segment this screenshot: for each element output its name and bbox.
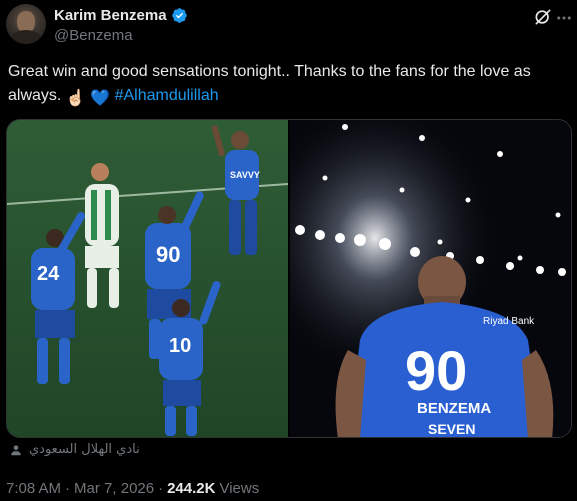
photo-benzema-back-art: Riyad Bank 90 BENZEMA SEVEN [290, 120, 571, 437]
views-count: 244.2K [167, 480, 216, 497]
tweet-text-main: Great win and good sensations tonight.. … [8, 63, 531, 104]
pointing-up-emoji: ☝🏻 [65, 90, 86, 107]
tagged-account-label: نادي الهلال السعودي [29, 442, 140, 457]
author-handle[interactable]: @Benzema [54, 27, 133, 44]
name-row: Karim Benzema [54, 7, 188, 24]
more-options-icon[interactable] [555, 9, 573, 27]
tweet-meta: 7:08 AM · Mar 7, 2026 · 244.2K Views [6, 480, 259, 497]
tweet-time[interactable]: 7:08 AM [6, 480, 61, 497]
avatar-body [10, 30, 42, 44]
jersey-sponsor: SAVVY [230, 170, 260, 180]
tweet-header: Karim Benzema @Benzema [6, 4, 571, 48]
photo-benzema-back[interactable]: Riyad Bank 90 BENZEMA SEVEN [290, 120, 571, 437]
tweet-text: Great win and good sensations tonight.. … [8, 60, 568, 111]
media-grid: SAVVY 90 24 10 Riyad Bank 90 BENZEMA SEV… [6, 119, 572, 438]
sponsor-bottom-text: SEVEN [428, 421, 475, 437]
sponsor-top-text: Riyad Bank [483, 316, 535, 327]
meta-separator: · [65, 480, 71, 497]
tagged-account-row[interactable]: نادي الهلال السعودي [9, 442, 140, 457]
jersey-number-10: 10 [169, 335, 191, 357]
tweet-date[interactable]: Mar 7, 2026 [74, 480, 154, 497]
views-label: Views [219, 480, 260, 497]
meta-separator-2: · [158, 480, 164, 497]
jersey-number-90-back: 90 [405, 339, 467, 402]
avatar[interactable] [6, 4, 46, 44]
photo-match-celebration-art: SAVVY 90 24 10 [7, 120, 288, 437]
blue-heart-emoji: 💙 [90, 90, 111, 107]
grok-icon[interactable] [533, 7, 553, 27]
verified-badge-icon [171, 8, 187, 23]
jersey-number-24: 24 [37, 263, 60, 285]
person-tag-icon [11, 444, 21, 455]
jersey-name: BENZEMA [417, 400, 491, 417]
jersey-number-90: 90 [156, 242, 180, 267]
hashtag-link[interactable]: #Alhamdulillah [115, 87, 219, 104]
author-display-name[interactable]: Karim Benzema [54, 7, 167, 24]
photo-match-celebration[interactable]: SAVVY 90 24 10 [7, 120, 288, 437]
